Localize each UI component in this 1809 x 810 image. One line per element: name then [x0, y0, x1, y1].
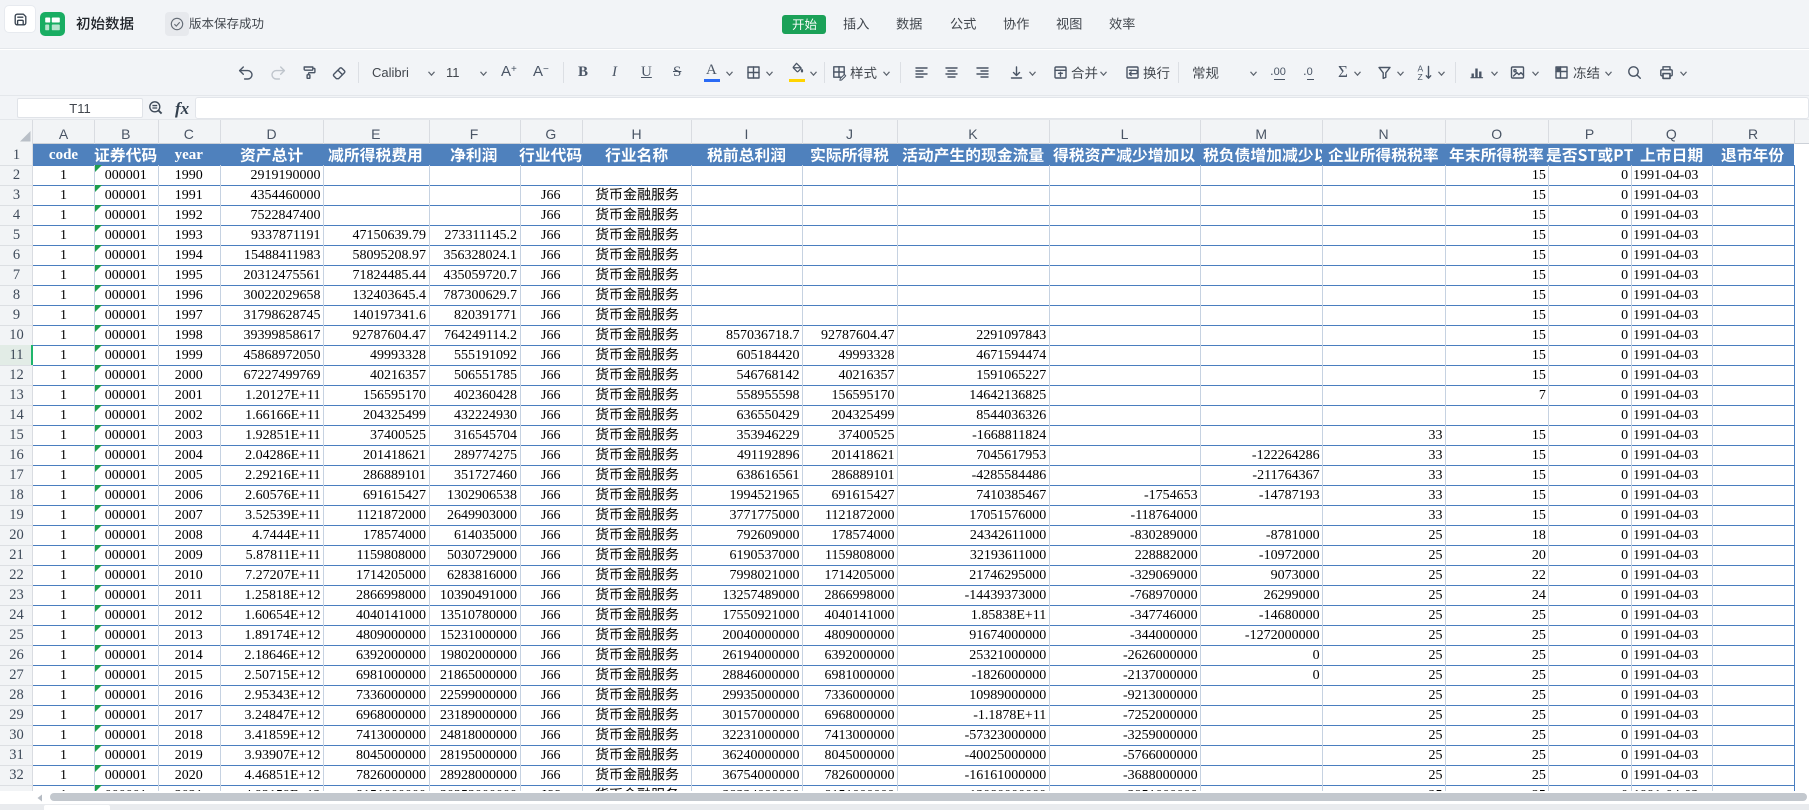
- svg-text:Z: Z: [1417, 72, 1422, 81]
